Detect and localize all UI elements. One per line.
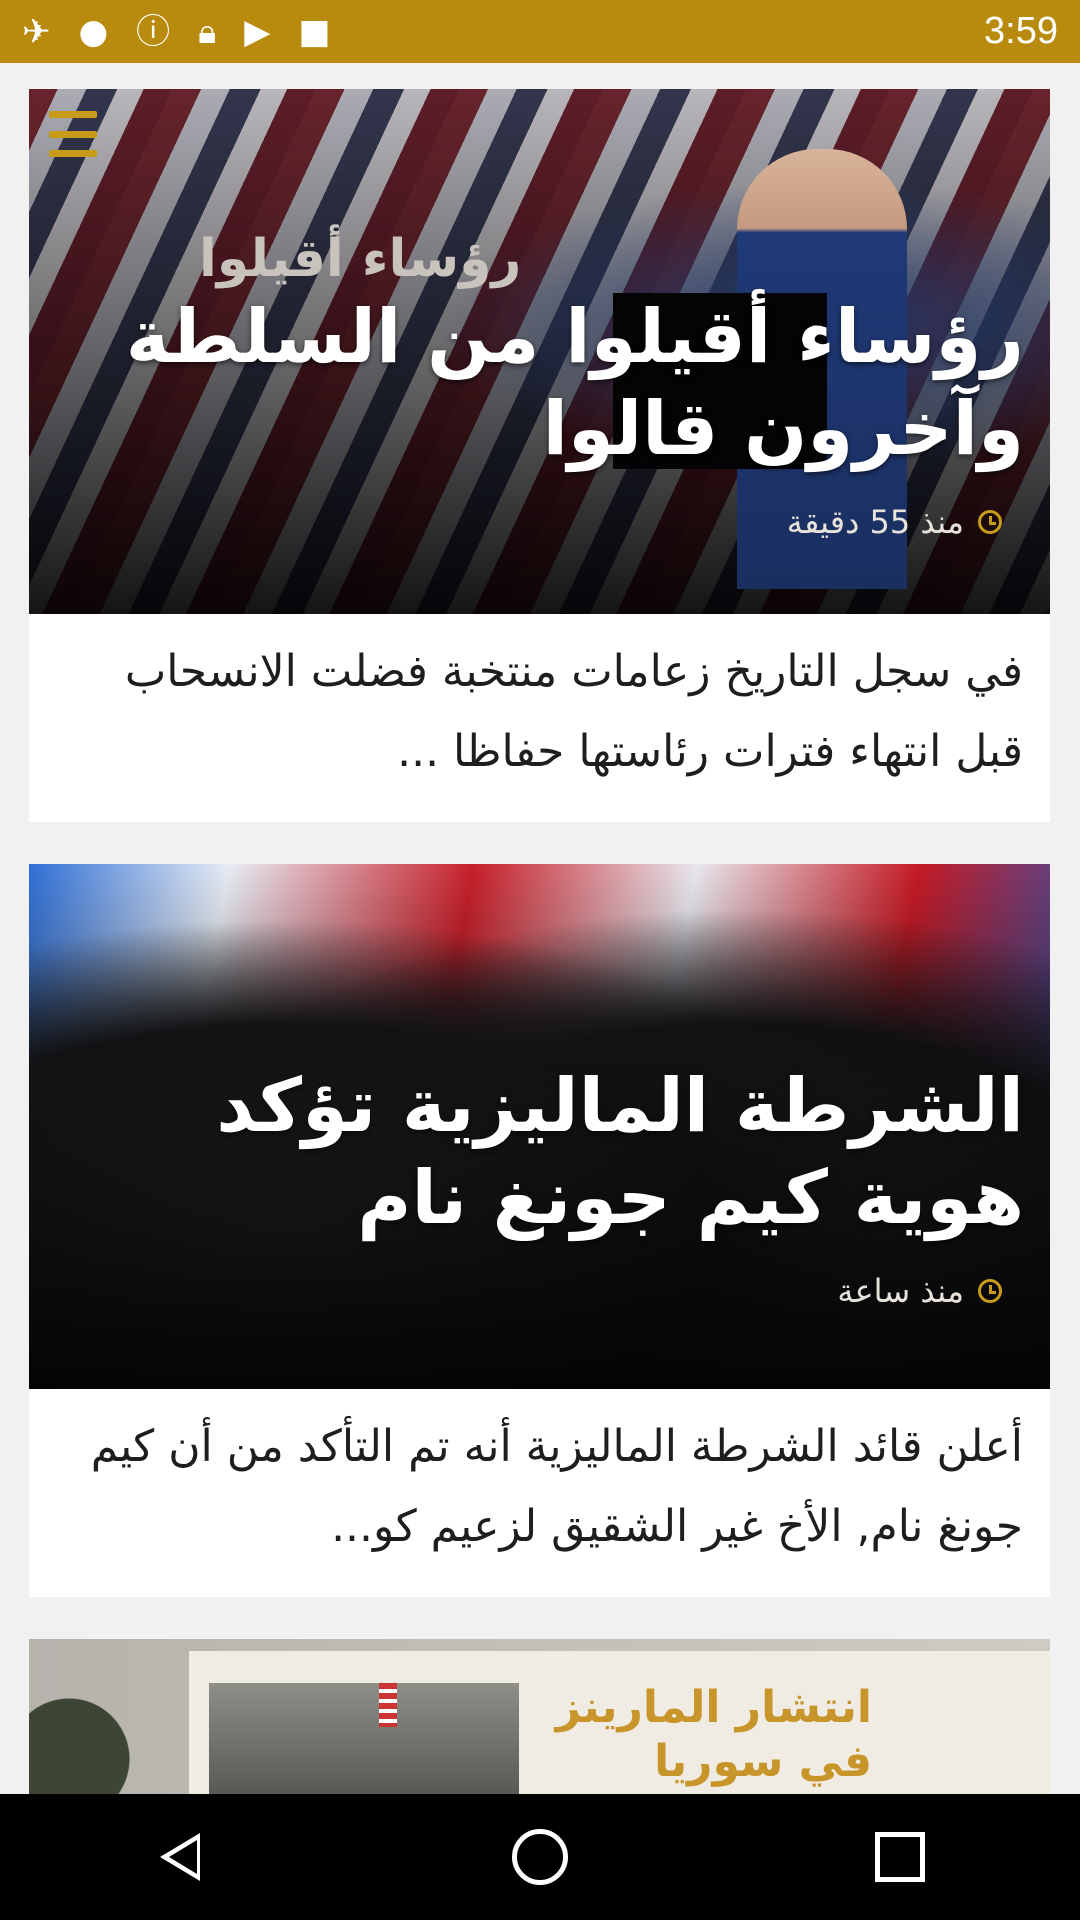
timestamp-label: منذ 55 دقيقة xyxy=(786,503,964,541)
article-image[interactable]: انتشار المارينز في سوريا xyxy=(29,1639,1050,1819)
promo-text: انتشار المارينز في سوريا xyxy=(556,1681,872,1789)
android-icon: ■ xyxy=(298,11,331,52)
article-summary[interactable]: في سجل التاريخ زعامات منتخبة فضلت الانسح… xyxy=(29,614,1050,822)
promo-line-2: في سوريا xyxy=(654,1736,872,1787)
youtube-icon: ▶ xyxy=(244,11,271,52)
clock-icon xyxy=(978,1279,1002,1303)
article-card[interactable]: انتشار المارينز في سوريا xyxy=(29,1639,1050,1819)
article-card[interactable]: الشرطة الماليزية تؤكد هوية كيم جونغ نام … xyxy=(29,864,1050,1597)
clock-icon xyxy=(978,510,1002,534)
back-icon xyxy=(160,1833,200,1881)
article-image[interactable]: الشرطة الماليزية تؤكد هوية كيم جونغ نام … xyxy=(29,864,1050,1389)
recents-icon xyxy=(875,1832,925,1882)
flag-icon xyxy=(379,1683,397,1727)
status-icons: ✈ ● ⓘ 🔒︎ ▶ ■ xyxy=(22,15,331,49)
article-headline[interactable]: الشرطة الماليزية تؤكد هوية كيم جونغ نام xyxy=(84,1060,1024,1244)
article-timestamp: منذ 55 دقيقة xyxy=(787,503,1002,541)
article-summary[interactable]: أعلن قائد الشرطة الماليزية أنه تم التأكد… xyxy=(29,1389,1050,1597)
timestamp-label: منذ ساعة xyxy=(837,1272,964,1310)
info-icon: ⓘ xyxy=(136,11,171,52)
article-timestamp: منذ ساعة xyxy=(837,1272,1002,1310)
navigation-bar xyxy=(0,1794,1080,1920)
status-bar: ✈ ● ⓘ 🔒︎ ▶ ■ 3:59 xyxy=(0,0,1080,63)
notification-icon: ● xyxy=(78,11,109,52)
news-feed[interactable]: رؤساء أقيلوا رؤساء أقيلوا من السلطة وآخر… xyxy=(29,89,1050,1819)
lock-icon: 🔒︎ xyxy=(198,11,217,52)
status-time: 3:59 xyxy=(984,10,1058,52)
article-image[interactable]: رؤساء أقيلوا رؤساء أقيلوا من السلطة وآخر… xyxy=(29,89,1050,614)
menu-icon[interactable] xyxy=(49,111,97,157)
satellite-icon: ✈ xyxy=(22,11,51,52)
home-button[interactable] xyxy=(480,1797,600,1917)
back-button[interactable] xyxy=(120,1797,240,1917)
home-icon xyxy=(512,1829,568,1885)
article-headline[interactable]: رؤساء أقيلوا من السلطة وآخرون قالوا xyxy=(84,291,1024,475)
recents-button[interactable] xyxy=(840,1797,960,1917)
article-card[interactable]: رؤساء أقيلوا رؤساء أقيلوا من السلطة وآخر… xyxy=(29,89,1050,822)
promo-line-1: انتشار المارينز xyxy=(555,1682,872,1733)
image-caption: رؤساء أقيلوا xyxy=(199,229,522,289)
